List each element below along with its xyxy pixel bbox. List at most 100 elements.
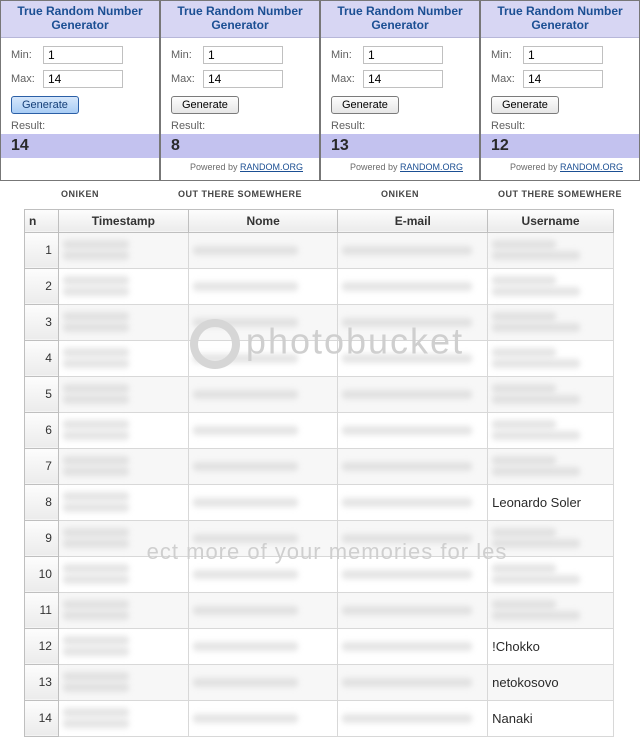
random-org-link[interactable]: RANDOM.ORG — [400, 162, 463, 172]
cell-nome — [188, 628, 338, 664]
generate-button[interactable]: Generate — [331, 96, 399, 114]
powered-by: Powered by RANDOM.ORG — [331, 160, 469, 174]
result-label: Result: — [331, 120, 469, 132]
table-header-row: n Timestamp Nome E-mail Username — [25, 209, 614, 232]
max-input[interactable] — [203, 70, 283, 88]
cell-username — [488, 340, 614, 376]
random-org-link[interactable]: RANDOM.ORG — [560, 162, 623, 172]
results-table: n Timestamp Nome E-mail Username 1 2 3 4… — [24, 209, 614, 737]
rng-widget: True Random Number Generator Min: Max: G… — [160, 0, 320, 181]
random-org-link[interactable]: RANDOM.ORG — [240, 162, 303, 172]
col-header-email: E-mail — [338, 209, 488, 232]
max-input[interactable] — [523, 70, 603, 88]
cell-username — [488, 556, 614, 592]
max-label: Max: — [11, 73, 43, 85]
row-number: 4 — [25, 340, 59, 376]
min-label: Min: — [171, 49, 203, 61]
table-row: 8 Leonardo Soler — [25, 484, 614, 520]
cell-username — [488, 232, 614, 268]
cell-nome — [188, 304, 338, 340]
min-input[interactable] — [363, 46, 443, 64]
table-row: 3 — [25, 304, 614, 340]
cell-username — [488, 412, 614, 448]
generate-button[interactable]: Generate — [491, 96, 559, 114]
cell-username: Nanaki — [488, 700, 614, 736]
table-row: 4 — [25, 340, 614, 376]
result-label: Result: — [491, 120, 629, 132]
result-label: Result: — [11, 120, 149, 132]
min-input[interactable] — [523, 46, 603, 64]
cell-email — [338, 376, 488, 412]
cell-email — [338, 592, 488, 628]
cell-timestamp — [58, 376, 188, 412]
generate-button[interactable]: Generate — [11, 96, 79, 114]
cell-timestamp — [58, 664, 188, 700]
row-number: 8 — [25, 484, 59, 520]
generate-button[interactable]: Generate — [171, 96, 239, 114]
prize-label: ONIKEN — [0, 181, 160, 209]
min-input[interactable] — [43, 46, 123, 64]
min-input[interactable] — [203, 46, 283, 64]
cell-username — [488, 520, 614, 556]
cell-email — [338, 556, 488, 592]
cell-email — [338, 664, 488, 700]
table-row: 7 — [25, 448, 614, 484]
row-number: 6 — [25, 412, 59, 448]
prize-label: OUT THERE SOMEWHERE — [160, 181, 320, 209]
cell-nome — [188, 556, 338, 592]
cell-timestamp — [58, 304, 188, 340]
table-row: 14 Nanaki — [25, 700, 614, 736]
min-label: Min: — [11, 49, 43, 61]
result-value: 14 — [1, 134, 159, 158]
cell-username: netokosovo — [488, 664, 614, 700]
cell-nome — [188, 448, 338, 484]
table-row: 13 netokosovo — [25, 664, 614, 700]
cell-timestamp — [58, 520, 188, 556]
max-label: Max: — [171, 73, 203, 85]
row-number: 10 — [25, 556, 59, 592]
cell-nome — [188, 232, 338, 268]
cell-email — [338, 520, 488, 556]
row-number: 13 — [25, 664, 59, 700]
max-label: Max: — [331, 73, 363, 85]
cell-email — [338, 232, 488, 268]
min-label: Min: — [491, 49, 523, 61]
max-input[interactable] — [363, 70, 443, 88]
cell-username: Leonardo Soler — [488, 484, 614, 520]
rng-widget: True Random Number Generator Min: Max: G… — [0, 0, 160, 181]
rng-title: True Random Number Generator — [321, 1, 479, 38]
row-number: 3 — [25, 304, 59, 340]
row-number: 12 — [25, 628, 59, 664]
cell-email — [338, 412, 488, 448]
result-value: 13 — [321, 134, 479, 158]
cell-timestamp — [58, 412, 188, 448]
cell-nome — [188, 412, 338, 448]
cell-nome — [188, 664, 338, 700]
cell-timestamp — [58, 592, 188, 628]
powered-by: Powered by RANDOM.ORG — [171, 160, 309, 174]
row-number: 11 — [25, 592, 59, 628]
cell-username — [488, 448, 614, 484]
cell-email — [338, 304, 488, 340]
row-number: 14 — [25, 700, 59, 736]
cell-timestamp — [58, 268, 188, 304]
cell-nome — [188, 268, 338, 304]
col-header-username: Username — [488, 209, 614, 232]
rng-title: True Random Number Generator — [481, 1, 639, 38]
col-header-timestamp: Timestamp — [58, 209, 188, 232]
cell-timestamp — [58, 448, 188, 484]
table-row: 10 — [25, 556, 614, 592]
cell-email — [338, 700, 488, 736]
cell-email — [338, 268, 488, 304]
min-label: Min: — [331, 49, 363, 61]
cell-nome — [188, 520, 338, 556]
prize-label: ONIKEN — [320, 181, 480, 209]
cell-timestamp — [58, 232, 188, 268]
cell-username — [488, 376, 614, 412]
max-input[interactable] — [43, 70, 123, 88]
cell-username — [488, 592, 614, 628]
table-row: 1 — [25, 232, 614, 268]
table-row: 9 — [25, 520, 614, 556]
row-number: 1 — [25, 232, 59, 268]
rng-widget: True Random Number Generator Min: Max: G… — [320, 0, 480, 181]
